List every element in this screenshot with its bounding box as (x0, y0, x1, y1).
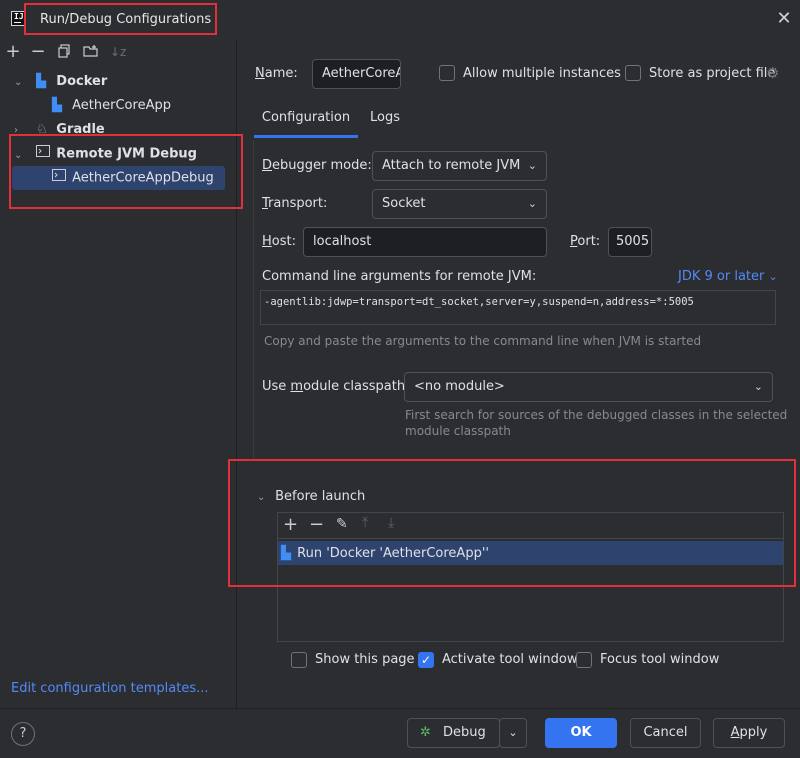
name-field[interactable]: AetherCoreA (312, 59, 401, 89)
module-classpath-hint-1: First search for sources of the debugged… (405, 408, 788, 422)
tree-node-aethercoreapp[interactable]: ▙ AetherCoreApp (52, 95, 171, 117)
store-project-checkbox[interactable] (625, 65, 641, 81)
port-field[interactable]: 5005 (608, 227, 652, 257)
cmd-args-hint: Copy and paste the arguments to the comm… (264, 334, 702, 348)
jdk-version-label: JDK 9 or later (678, 269, 765, 284)
tree-label-docker: Docker (56, 74, 108, 89)
focus-tool-checkbox[interactable] (576, 652, 592, 668)
chevron-down-icon: ⌄ (14, 77, 23, 88)
bug-icon: ✲ (420, 725, 431, 740)
module-classpath-select[interactable]: <no module> ⌄ (404, 372, 773, 402)
module-classpath-label: Use module classpath: (262, 379, 410, 394)
chevron-down-icon: ⌄ (753, 380, 763, 393)
help-icon[interactable]: ? (11, 722, 35, 746)
transport-label: Transport: (262, 196, 328, 211)
tab-configuration[interactable]: Configuration (254, 98, 358, 138)
debug-button-label: Debug (443, 725, 486, 740)
gear-icon[interactable]: ⚙ (766, 64, 779, 82)
cmd-args-text: -agentlib:jdwp=transport=dt_socket,serve… (264, 296, 694, 308)
chevron-down-icon: ⌄ (527, 197, 537, 210)
transport-value: Socket (382, 196, 426, 211)
transport-select[interactable]: Socket ⌄ (372, 189, 547, 219)
focus-tool-label: Focus tool window (600, 652, 720, 667)
cmd-args-box[interactable]: -agentlib:jdwp=transport=dt_socket,serve… (260, 290, 776, 325)
remove-icon[interactable]: − (30, 43, 46, 61)
folder-icon[interactable] (83, 44, 99, 60)
cmd-args-label: Command line arguments for remote JVM: (262, 269, 537, 284)
activate-tool-label: Activate tool window (442, 652, 578, 667)
module-classpath-hint-2: module classpath (405, 424, 511, 438)
apply-button[interactable]: Apply (713, 718, 785, 748)
show-page-label: Show this page (315, 652, 415, 667)
tree-node-docker[interactable]: ⌄ ▙ Docker (14, 71, 107, 93)
tree-label-aethercoreapp: AetherCoreApp (72, 98, 171, 113)
window-title: Run/Debug Configurations (40, 12, 212, 27)
chevron-down-icon: ⌄ (508, 726, 518, 739)
allow-multiple-checkbox[interactable] (439, 65, 455, 81)
host-field[interactable]: localhost (303, 227, 547, 257)
host-label: Host: (262, 234, 296, 249)
tree-highlight-box (9, 134, 243, 209)
store-project-label: Store as project file (649, 66, 776, 81)
debugger-mode-select[interactable]: Attach to remote JVM ⌄ (372, 151, 547, 181)
allow-multiple-label: Allow multiple instances (463, 66, 621, 81)
name-label: Name: (255, 66, 298, 81)
jdk-version-dropdown[interactable]: JDK 9 or later ⌄ (678, 269, 778, 284)
chevron-down-icon: ⌄ (527, 159, 537, 172)
debug-button[interactable]: ✲ Debug (407, 718, 500, 748)
footer-divider (0, 708, 800, 709)
edit-templates-link[interactable]: Edit configuration templates... (11, 681, 209, 696)
before-launch-highlight-box (228, 459, 796, 587)
show-page-checkbox[interactable] (291, 652, 307, 668)
sort-icon[interactable]: ↓z (110, 44, 126, 60)
docker-icon: ▙ (52, 98, 62, 113)
debug-dropdown-button[interactable]: ⌄ (499, 718, 527, 748)
close-icon[interactable]: ✕ (775, 10, 793, 28)
chevron-down-icon: ⌄ (768, 270, 778, 283)
module-classpath-value: <no module> (414, 379, 505, 394)
activate-tool-checkbox[interactable]: ✓ (418, 652, 434, 668)
docker-icon: ▙ (36, 74, 47, 89)
add-icon[interactable]: + (5, 43, 21, 61)
tab-logs[interactable]: Logs (366, 98, 404, 138)
copy-icon[interactable] (56, 44, 72, 60)
cancel-button[interactable]: Cancel (630, 718, 701, 748)
debugger-mode-value: Attach to remote JVM (382, 158, 521, 173)
debugger-mode-label: Debugger mode: (262, 158, 372, 173)
ok-button[interactable]: OK (545, 718, 617, 748)
port-label: Port: (570, 234, 601, 249)
